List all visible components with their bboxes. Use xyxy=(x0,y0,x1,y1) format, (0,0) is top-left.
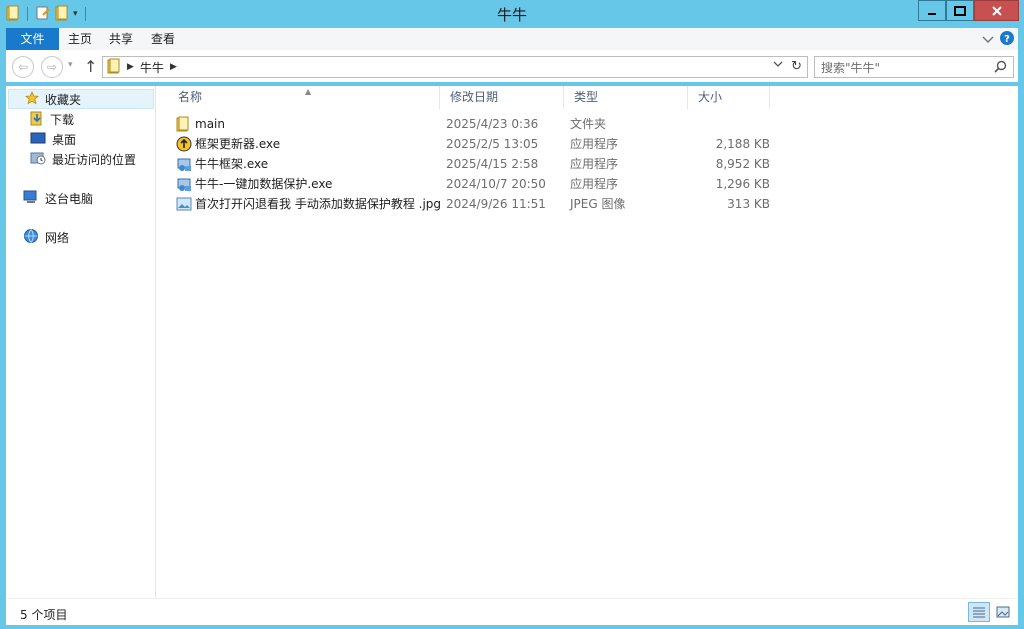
close-button[interactable] xyxy=(974,0,1019,21)
network-icon xyxy=(23,228,39,247)
refresh-icon[interactable]: ↻ xyxy=(791,59,802,74)
large-icons-view-button[interactable] xyxy=(992,602,1014,622)
sidebar-item-favorites[interactable]: 收藏夹 xyxy=(8,89,154,109)
details-view-icon xyxy=(973,607,985,618)
file-size xyxy=(688,114,770,134)
image-icon xyxy=(176,196,192,212)
forward-button[interactable]: ⇨ xyxy=(41,56,63,78)
app-icon xyxy=(176,156,192,172)
file-name: 牛牛框架.exe xyxy=(195,157,269,171)
breadcrumb-item[interactable]: 牛牛 xyxy=(140,59,164,76)
sidebar-item-this-pc[interactable]: 这台电脑 xyxy=(23,188,93,208)
close-icon xyxy=(991,5,1002,16)
sidebar-item-label: 最近访问的位置 xyxy=(52,152,137,167)
file-date: 2024/9/26 11:51 xyxy=(446,197,546,211)
folder-icon xyxy=(176,116,192,132)
file-date: 2025/2/5 13:05 xyxy=(446,137,539,151)
ribbon-tabs: 文件 主页 共享 查看 ? xyxy=(6,28,1018,50)
file-row[interactable]: 首次打开闪退看我 手动添加数据保护教程 .jpg 2024/9/26 11:51… xyxy=(168,194,772,214)
title-bar: ▾ 牛牛 xyxy=(0,0,1024,28)
file-name: main xyxy=(195,117,225,131)
file-date: 2025/4/15 2:58 xyxy=(446,157,539,171)
back-button[interactable]: ⇦ xyxy=(12,56,34,78)
tab-view[interactable]: 查看 xyxy=(141,28,185,50)
forward-arrow-icon: ⇨ xyxy=(46,60,58,74)
ribbon-controls: ? xyxy=(982,31,1014,48)
sidebar-item-label: 这台电脑 xyxy=(45,191,94,206)
tab-share[interactable]: 共享 xyxy=(99,28,143,50)
chevron-down-icon[interactable] xyxy=(982,33,994,47)
navigation-bar: ⇦ ⇨ ▾ ↑ ▶ 牛牛 ▶ ↻ 搜索"牛牛" xyxy=(6,50,1018,82)
recent-places-icon xyxy=(30,150,46,169)
status-bar: 5 个项目 xyxy=(6,598,1018,625)
file-date: 2024/10/7 20:50 xyxy=(446,177,546,191)
breadcrumb-separator-icon[interactable]: ▶ xyxy=(127,62,134,72)
file-size: 8,952 KB xyxy=(715,157,770,171)
column-header-label: 名称 xyxy=(178,90,203,104)
file-size: 2,188 KB xyxy=(715,137,770,151)
star-icon xyxy=(25,90,39,108)
sidebar-item-label: 收藏夹 xyxy=(45,92,82,107)
tab-file[interactable]: 文件 xyxy=(6,28,59,50)
file-size: 313 KB xyxy=(727,197,770,211)
maximize-icon xyxy=(954,5,966,16)
sidebar-item-downloads[interactable]: 下载 xyxy=(30,109,74,129)
explorer-window: ▾ 牛牛 文件 主页 共享 查看 ? ⇦ ⇨ ▾ ↑ ▶ 牛牛 ▶ ↻ 搜索"牛… xyxy=(0,0,1024,629)
sidebar-item-recent-places[interactable]: 最近访问的位置 xyxy=(30,149,136,169)
search-icon[interactable] xyxy=(994,60,1007,76)
file-row[interactable]: 牛牛-一键加数据保护.exe 2024/10/7 20:50 应用程序 1,29… xyxy=(168,174,772,194)
column-header-date[interactable]: 修改日期 xyxy=(440,86,564,109)
app-icon xyxy=(176,176,192,192)
file-row[interactable]: 牛牛框架.exe 2025/4/15 2:58 应用程序 8,952 KB xyxy=(168,154,772,174)
column-header-type[interactable]: 类型 xyxy=(564,86,688,109)
sidebar-item-label: 桌面 xyxy=(52,132,77,147)
file-type: 应用程序 xyxy=(570,177,619,191)
minimize-icon xyxy=(928,12,936,15)
file-name: 首次打开闪退看我 手动添加数据保护教程 .jpg xyxy=(195,197,442,211)
computer-icon xyxy=(23,190,39,207)
svg-text:?: ? xyxy=(1004,34,1010,45)
details-view-button[interactable] xyxy=(968,602,990,622)
tab-home[interactable]: 主页 xyxy=(58,28,102,50)
sidebar-item-label: 网络 xyxy=(45,230,70,245)
desktop-icon xyxy=(30,131,46,148)
sidebar-item-desktop[interactable]: 桌面 xyxy=(30,129,76,149)
download-folder-icon xyxy=(30,110,44,129)
file-name: 框架更新器.exe xyxy=(195,137,281,151)
file-row[interactable]: 框架更新器.exe 2025/2/5 13:05 应用程序 2,188 KB xyxy=(168,134,772,154)
file-type: 应用程序 xyxy=(570,157,619,171)
maximize-button[interactable] xyxy=(946,0,974,21)
minimize-button[interactable] xyxy=(918,0,946,21)
back-arrow-icon: ⇦ xyxy=(17,60,29,74)
up-arrow-icon[interactable]: ↑ xyxy=(84,57,97,76)
item-count: 5 个项目 xyxy=(20,608,68,622)
search-placeholder: 搜索"牛牛" xyxy=(821,60,881,75)
column-header-size[interactable]: 大小 xyxy=(688,86,770,109)
address-dropdown-icon[interactable] xyxy=(773,60,783,71)
updater-icon xyxy=(176,136,192,152)
navigation-pane: 收藏夹 下载 桌面 最近访问的位置 这台电脑 网络 xyxy=(6,86,156,598)
window-title: 牛牛 xyxy=(496,6,527,24)
file-size: 1,296 KB xyxy=(715,177,770,191)
sidebar-item-network[interactable]: 网络 xyxy=(23,227,69,247)
file-row[interactable]: main 2025/4/23 0:36 文件夹 xyxy=(168,114,772,134)
file-type: 应用程序 xyxy=(570,137,619,151)
file-type: 文件夹 xyxy=(570,117,607,131)
folder-icon xyxy=(107,58,121,77)
sidebar-item-label: 下载 xyxy=(50,112,75,127)
content-area: 收藏夹 下载 桌面 最近访问的位置 这台电脑 网络 ▲ 名称 修改日期 类型 大… xyxy=(6,86,1018,598)
file-type: JPEG 图像 xyxy=(570,197,626,211)
help-icon[interactable]: ? xyxy=(1000,31,1014,48)
search-input[interactable]: 搜索"牛牛" xyxy=(814,56,1014,78)
sort-ascending-icon: ▲ xyxy=(305,87,312,96)
large-icons-view-icon xyxy=(996,606,1010,618)
address-bar[interactable]: ▶ 牛牛 ▶ ↻ xyxy=(102,56,808,78)
column-header-name[interactable]: ▲ 名称 xyxy=(168,86,440,109)
breadcrumb-separator-icon[interactable]: ▶ xyxy=(170,62,177,72)
recent-locations-dropdown-icon[interactable]: ▾ xyxy=(68,60,73,70)
file-name: 牛牛-一键加数据保护.exe xyxy=(195,177,333,191)
file-date: 2025/4/23 0:36 xyxy=(446,117,539,131)
file-list: ▲ 名称 修改日期 类型 大小 main 2025/4/23 0:36 文件夹 xyxy=(158,86,1018,598)
